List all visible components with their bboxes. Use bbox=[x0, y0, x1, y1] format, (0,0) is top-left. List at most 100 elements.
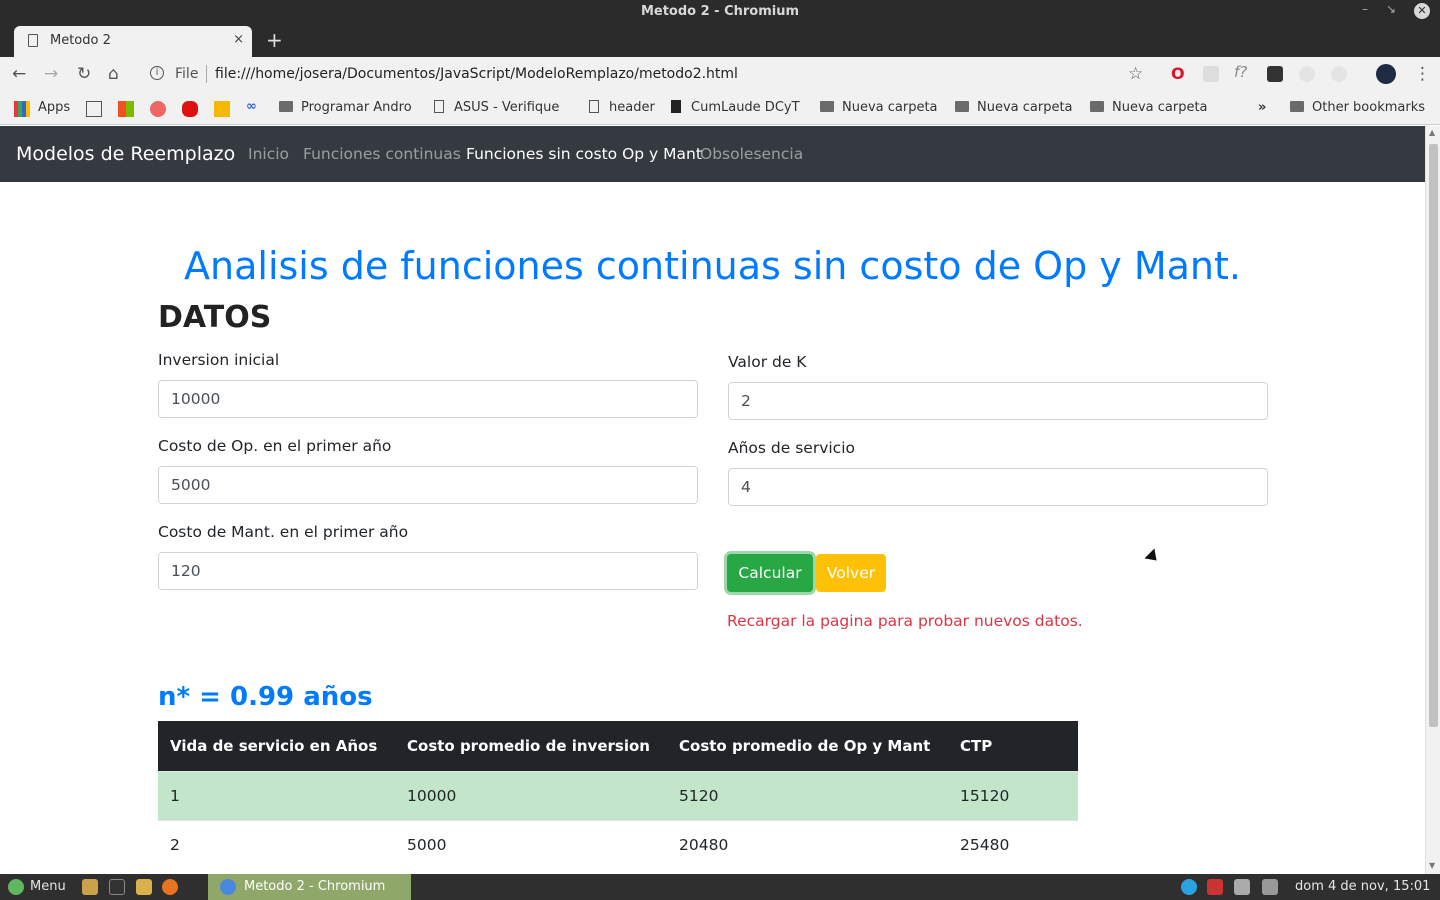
bookmark-folder[interactable]: Nueva carpeta bbox=[1090, 100, 1208, 115]
anios-input[interactable] bbox=[728, 468, 1268, 506]
bookmark-star-icon[interactable]: ☆ bbox=[1128, 64, 1143, 84]
other-bookmarks[interactable]: Other bookmarks bbox=[1290, 100, 1425, 115]
column-header: Costo promedio de Op y Mant bbox=[667, 721, 948, 771]
heart-icon[interactable] bbox=[182, 101, 198, 117]
table-cell: 20480 bbox=[667, 819, 948, 869]
scroll-up-icon[interactable]: ▲ bbox=[1429, 128, 1435, 137]
page-content: Modelos de Reemplazo Inicio Funciones co… bbox=[0, 126, 1425, 874]
bookmark-folder[interactable]: Nueva carpeta bbox=[820, 100, 938, 115]
taskbar-app-chromium[interactable]: Metodo 2 - Chromium bbox=[208, 874, 411, 900]
info-icon[interactable]: i bbox=[150, 66, 164, 80]
volver-button[interactable]: Volver bbox=[816, 554, 886, 592]
bookmark-icon[interactable] bbox=[214, 101, 230, 117]
k-label: Valor de K bbox=[728, 353, 807, 371]
column-header: CTP bbox=[948, 721, 1078, 771]
table-cell: 2 bbox=[158, 819, 395, 869]
page-scrollbar[interactable]: ▲ ▼ bbox=[1425, 126, 1440, 874]
files-icon[interactable] bbox=[82, 879, 98, 895]
table-header-row: Vida de servicio en Años Costo promedio … bbox=[158, 721, 1078, 771]
reload-icon[interactable]: ↻ bbox=[77, 64, 91, 84]
table-row: 2 5000 20480 25480 bbox=[158, 819, 1078, 869]
pocket-extension-icon[interactable] bbox=[1267, 66, 1283, 82]
inversion-label: Inversion inicial bbox=[158, 351, 280, 369]
menu-button[interactable]: Menu bbox=[30, 879, 66, 894]
table-cell: 25480 bbox=[948, 819, 1078, 869]
window-title: Metodo 2 - Chromium bbox=[640, 4, 800, 19]
costo-mant-input[interactable] bbox=[158, 552, 698, 590]
chromium-icon bbox=[220, 879, 236, 895]
extension-icon[interactable] bbox=[1299, 66, 1315, 82]
k-input[interactable] bbox=[728, 382, 1268, 420]
minimize-icon[interactable]: – bbox=[1362, 2, 1368, 16]
address-bar[interactable]: i File file:///home/josera/Documentos/Ja… bbox=[140, 61, 1160, 89]
nav-link-obsolesencia[interactable]: Obsolesencia bbox=[700, 145, 803, 163]
apps-icon bbox=[14, 101, 30, 117]
extension-icon[interactable] bbox=[1331, 66, 1347, 82]
forward-icon[interactable]: → bbox=[44, 64, 58, 84]
bookmark-folder[interactable]: Nueva carpeta bbox=[955, 100, 1073, 115]
bookmark-page[interactable]: ASUS - Verifique bbox=[434, 100, 559, 115]
shield-icon[interactable] bbox=[1207, 879, 1223, 895]
telegram-icon[interactable] bbox=[1181, 879, 1197, 895]
back-icon[interactable]: ← bbox=[12, 64, 26, 84]
folder-icon bbox=[1090, 101, 1104, 112]
nav-link-inicio[interactable]: Inicio bbox=[248, 145, 289, 163]
folder-icon bbox=[820, 101, 834, 112]
bookmark-page[interactable]: CumLaude DCyT bbox=[671, 100, 800, 115]
bookmarks-more-icon[interactable]: » bbox=[1258, 100, 1266, 115]
infinity-icon[interactable]: ∞ bbox=[246, 99, 262, 115]
calcular-button[interactable]: Calcular bbox=[727, 554, 813, 592]
costo-op-label: Costo de Op. en el primer año bbox=[158, 437, 392, 455]
maximize-icon[interactable]: ↘ bbox=[1386, 2, 1396, 16]
mint-menu-icon[interactable] bbox=[8, 879, 24, 895]
anios-label: Años de servicio bbox=[728, 439, 855, 457]
opera-extension-icon[interactable]: O bbox=[1171, 64, 1187, 83]
column-header: Costo promedio de inversion bbox=[395, 721, 667, 771]
page-icon bbox=[28, 34, 38, 47]
table-cell: 1 bbox=[158, 770, 395, 820]
table-cell: 10000 bbox=[395, 770, 667, 820]
result-heading: n* = 0.99 años bbox=[158, 682, 373, 712]
bookmark-icon[interactable] bbox=[150, 101, 166, 117]
taskbar-app-label: Metodo 2 - Chromium bbox=[244, 879, 386, 894]
nav-link-funciones-continuas[interactable]: Funciones continuas bbox=[303, 145, 461, 163]
scroll-down-icon[interactable]: ▼ bbox=[1429, 861, 1435, 870]
costo-op-input[interactable] bbox=[158, 466, 698, 504]
taskbar: Menu Metodo 2 - Chromium dom 4 de nov, 1… bbox=[0, 874, 1440, 900]
page-icon bbox=[434, 100, 444, 113]
folder-icon[interactable] bbox=[136, 879, 152, 895]
extension-icon[interactable] bbox=[1203, 66, 1219, 82]
bookmark-apps[interactable]: Apps bbox=[38, 100, 70, 115]
microsoft-icon[interactable] bbox=[118, 101, 134, 117]
close-window-icon[interactable]: ✕ bbox=[1414, 3, 1430, 19]
clock[interactable]: dom 4 de nov, 15:01 bbox=[1295, 879, 1430, 894]
bookmark-page[interactable]: header bbox=[589, 100, 655, 115]
formula-extension-icon[interactable]: f? bbox=[1234, 63, 1250, 81]
url-text[interactable]: file:///home/josera/Documentos/JavaScrip… bbox=[215, 66, 738, 82]
home-icon[interactable]: ⌂ bbox=[108, 64, 119, 84]
mouse-cursor bbox=[1144, 548, 1162, 566]
nav-link-funciones-sin-costo[interactable]: Funciones sin costo Op y Mant bbox=[466, 145, 702, 163]
network-icon[interactable] bbox=[1234, 879, 1250, 895]
page-title: Analisis de funciones continuas sin cost… bbox=[184, 244, 1241, 288]
browser-tab[interactable]: Metodo 2 × bbox=[14, 26, 252, 57]
firefox-icon[interactable] bbox=[162, 879, 178, 895]
folder-icon bbox=[1290, 101, 1304, 112]
profile-avatar[interactable] bbox=[1376, 64, 1396, 84]
folder-icon bbox=[955, 101, 969, 112]
costo-mant-label: Costo de Mant. en el primer año bbox=[158, 523, 409, 541]
bookmark-icon[interactable] bbox=[86, 101, 102, 117]
browser-toolbar: ← → ↻ ⌂ i File file:///home/josera/Docum… bbox=[0, 57, 1440, 93]
inversion-input[interactable] bbox=[158, 380, 698, 418]
volume-icon[interactable] bbox=[1262, 879, 1278, 895]
tab-close-icon[interactable]: × bbox=[233, 32, 244, 47]
site-navbar: Modelos de Reemplazo Inicio Funciones co… bbox=[0, 126, 1425, 182]
menu-dots-icon[interactable]: ⋮ bbox=[1414, 64, 1431, 84]
folder-icon bbox=[279, 101, 293, 112]
navbar-brand[interactable]: Modelos de Reemplazo bbox=[16, 143, 235, 165]
terminal-icon[interactable] bbox=[109, 879, 125, 895]
bookmark-folder[interactable]: Programar Andro bbox=[279, 100, 412, 115]
new-tab-icon[interactable]: + bbox=[266, 28, 283, 52]
scroll-thumb[interactable] bbox=[1429, 144, 1438, 727]
section-title: DATOS bbox=[158, 300, 272, 335]
